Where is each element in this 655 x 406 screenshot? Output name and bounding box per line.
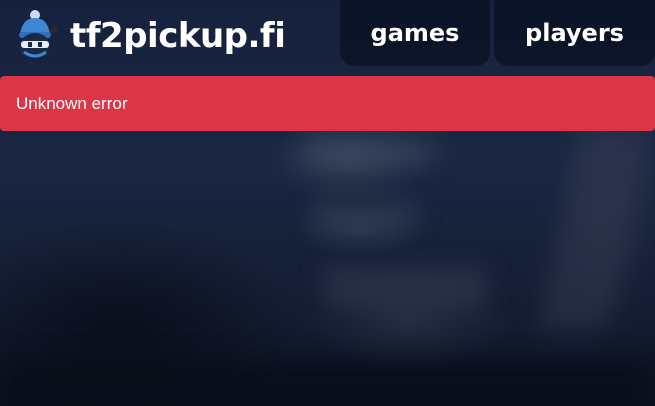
- error-message: Unknown error: [16, 93, 128, 113]
- main-nav: games players: [340, 0, 655, 66]
- mascot-beanie-icon: [14, 8, 64, 64]
- error-alert: Unknown error: [0, 76, 655, 131]
- home-link[interactable]: tf2pickup.fi: [14, 8, 286, 64]
- nav-games-link[interactable]: games: [340, 0, 490, 66]
- nav-players-link[interactable]: players: [494, 0, 655, 66]
- site-title: tf2pickup.fi: [70, 16, 286, 56]
- site-header: tf2pickup.fi games players: [0, 0, 655, 70]
